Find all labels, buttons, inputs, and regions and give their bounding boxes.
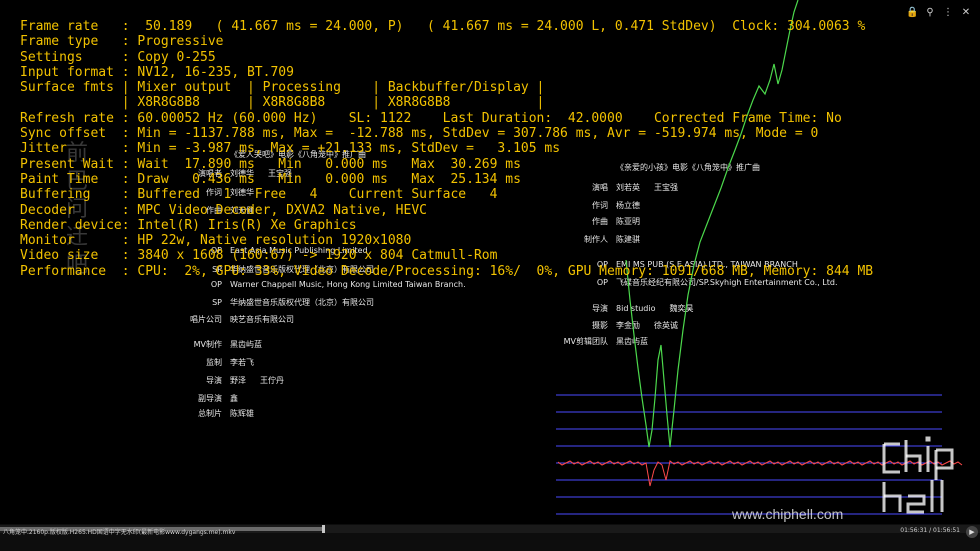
stats-line: Settings : Copy 0-255 [20,49,216,65]
stats-line: Render device: Intel(R) Iris(R) Xe Graph… [20,217,357,233]
settings-icon[interactable]: ⋮ [942,7,954,19]
stats-line: Decoder : MPC Video Decoder, DXVA2 Nativ… [20,202,427,218]
stats-line: Buffering : Buffered 1 Free 4 Current Su… [20,187,498,203]
seek-bar-thumb[interactable] [322,525,326,533]
pin-icon[interactable]: ⚲ [924,7,936,19]
play-button[interactable]: ▶ [966,526,978,538]
chiphell-logo [882,436,954,514]
stats-line: Video size : 3840 x 1608 (160:67) -> 192… [20,248,498,264]
stats-line: Monitor : HP 22w, Native resolution 1920… [20,233,412,249]
stats-line: Paint Time : Draw 0.436 ms Min 0.000 ms … [20,171,521,187]
stats-line: Frame type : Progressive [20,34,224,50]
stats-line: Jitter : Min = -3.987 ms, Max = +21.133 … [20,141,561,157]
window-controls: 🔒 ⚲ ⋮ ✕ [906,7,972,19]
stats-line: Frame rate : 50.189 ( 41.667 ms = 24.000… [20,19,866,34]
stats-overlay: Frame rate : 50.189 ( 41.667 ms = 24.000… [20,19,873,279]
lock-icon[interactable]: 🔒 [906,7,918,19]
stats-line: Performance : CPU: 2%, GPU: 33%, Video D… [20,263,874,279]
seek-bar[interactable]: 八角笼中.2160p.版权版.H265.HD国语中字无水印(最新电影www.dy… [0,525,980,538]
close-icon[interactable]: ✕ [960,7,972,19]
stats-line: Surface fmts | Mixer output | Processing… [20,80,545,96]
stats-line: | X8R8G8B8 | X8R8G8B8 | X8R8G8B8 | [20,95,545,111]
player-bottom-bar: 八角笼中.2160p.版权版.H265.HD国语中字无水印(最新电影www.dy… [0,524,980,551]
stats-line: Refresh rate : 60.00052 Hz (60.000 Hz) S… [20,110,842,126]
stats-line: Input format : NV12, 16-235, BT.709 [20,64,294,80]
stats-line: Present Wait : Wait 17.890 ms Min 0.000 … [20,156,521,172]
filename-label: 八角笼中.2160p.版权版.H265.HD国语中字无水印(最新电影www.dy… [3,529,236,536]
stats-line: Sync offset : Min = -1137.788 ms, Max = … [20,126,819,142]
time-label: 01:56:31 / 01:56:51 [900,527,960,534]
watermark-url: www.chiphell.com [732,506,844,522]
video-area[interactable]: 前 巴 问 迁 吧 《爱人哭吧》电影《八角笼中》推广曲 演唱者 刘德华 王宝强 作词 刘德… [0,0,980,524]
